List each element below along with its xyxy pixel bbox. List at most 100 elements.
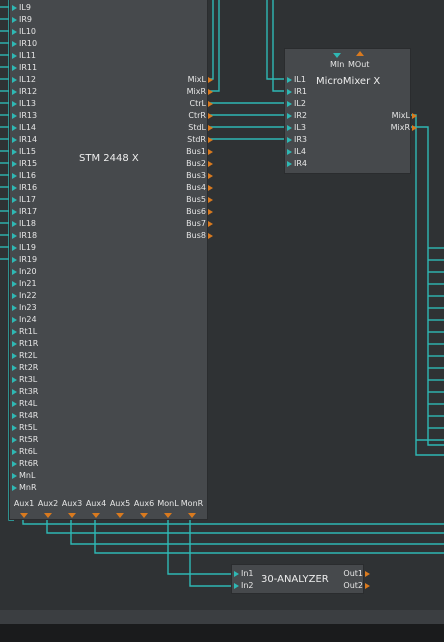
stm-input-port[interactable]: Rt2R [11,362,38,374]
micromixer-title: MicroMixer X [316,76,381,87]
stm-input-port[interactable]: In21 [11,278,37,290]
stm-input-port[interactable]: IL13 [11,98,36,110]
analyzer-output-port[interactable]: Out2 [318,580,371,592]
stm-input-port[interactable]: In22 [11,290,37,302]
stm-input-port[interactable]: In24 [11,314,37,326]
analyzer-output-port[interactable]: Out1 [318,568,371,580]
stm-input-port[interactable]: IR10 [11,38,37,50]
stm-input-port[interactable]: IL18 [11,218,36,230]
stm-input-port[interactable]: IR9 [11,14,32,26]
stm-aux-output-label: Aux1 [13,499,35,508]
micromixer-input-port[interactable]: IR2 [286,110,307,122]
midi-out-label: MOut [348,60,370,69]
stm-output-port[interactable]: StdL [148,122,214,134]
stm-input-port[interactable]: Rt6R [11,458,38,470]
stm-input-port[interactable]: Rt3L [11,374,37,386]
midi-in-label: MIn [330,60,345,69]
stm-input-port[interactable]: IR15 [11,158,37,170]
stm-aux-output-label: Aux2 [37,499,59,508]
stm-input-port[interactable]: Rt2L [11,350,37,362]
stm-aux-output-label: MonL [157,499,179,508]
stm-input-port[interactable]: IR17 [11,206,37,218]
stm-input-port[interactable]: IR18 [11,230,37,242]
stm-aux-output-label: Aux4 [85,499,107,508]
stm-output-port[interactable]: CtrR [148,110,214,122]
stm-aux-output-label: Aux6 [133,499,155,508]
stm-output-port[interactable]: Bus1 [148,146,214,158]
stm-aux-output-port[interactable] [116,513,124,518]
stm-input-port[interactable]: Rt1L [11,326,37,338]
micromixer-input-port[interactable]: IL1 [286,74,306,86]
midi-out-port-icon[interactable] [356,51,364,56]
stm-2448-module[interactable]: STM 2448 X IL9 IR9 IL10 IR10 IL11 IR11 IL12 IR1… [9,0,213,520]
micromixer-input-port[interactable]: IR3 [286,134,307,146]
stm-input-port[interactable]: Rt3R [11,386,38,398]
stm-input-port[interactable]: IL15 [11,146,36,158]
stm-input-port[interactable]: IL12 [11,74,36,86]
stm-input-port[interactable]: IR14 [11,134,37,146]
stm-output-port[interactable]: MixR [148,86,214,98]
cable [46,518,444,534]
stm-output-port[interactable]: Bus2 [148,158,214,170]
stm-input-port[interactable]: MnL [11,470,35,482]
micromixer-module[interactable]: MIn MOut MicroMixer X IL1 IR1 IL2 IR2 IL3 IR3… [284,48,417,174]
stm-output-port[interactable]: Bus5 [148,194,214,206]
stm-input-port[interactable]: IL10 [11,26,36,38]
stm-aux-output-label: MonR [180,499,204,508]
stm-input-port[interactable]: IR19 [11,254,37,266]
midi-in-port-icon[interactable] [333,53,341,58]
cable [94,518,444,554]
horizontal-scrollbar[interactable] [0,610,444,624]
stm-output-port[interactable]: Bus8 [148,230,214,242]
micromixer-input-port[interactable]: IL2 [286,98,306,110]
stm-input-port[interactable]: IL14 [11,122,36,134]
micromixer-input-port[interactable]: IL3 [286,122,306,134]
stm-input-port[interactable]: IR16 [11,182,37,194]
stm-input-port[interactable]: Rt6L [11,446,37,458]
stm-output-port[interactable]: Bus3 [148,170,214,182]
stm-output-port[interactable]: Bus6 [148,206,214,218]
stm-aux-output-port[interactable] [164,513,172,518]
micromixer-input-port[interactable]: IL4 [286,146,306,158]
micromixer-input-port[interactable]: IR4 [286,158,307,170]
stm-input-port[interactable]: IL16 [11,170,36,182]
stm-output-port[interactable]: MixL [148,74,214,86]
status-bar [0,624,444,642]
micromixer-input-port[interactable]: IR1 [286,86,307,98]
stm-input-port[interactable]: In23 [11,302,37,314]
cable [167,518,234,575]
stm-output-port[interactable]: CtrL [148,98,214,110]
stm-input-port[interactable]: Rt1R [11,338,38,350]
stm-input-port[interactable]: MnR [11,482,37,494]
stm-input-port[interactable]: Rt5L [11,422,37,434]
stm-input-port[interactable]: IR12 [11,86,37,98]
stm-aux-output-label: Aux3 [61,499,83,508]
analyzer-input-port[interactable]: In2 [233,580,254,592]
stm-aux-output-port[interactable] [188,513,196,518]
stm-aux-output-port[interactable] [140,513,148,518]
stm-input-port[interactable]: Rt4L [11,398,37,410]
patch-canvas[interactable]: STM 2448 X IL9 IR9 IL10 IR10 IL11 IR11 IL12 IR1… [0,0,444,642]
analyzer-input-port[interactable]: In1 [233,568,254,580]
stm-input-port[interactable]: IL19 [11,242,36,254]
stm-aux-output-port[interactable] [68,513,76,518]
stm-output-port[interactable]: Bus4 [148,182,214,194]
stm-aux-output-port[interactable] [20,513,28,518]
stm-input-port[interactable]: IL17 [11,194,36,206]
analyzer-module[interactable]: 30-ANALYZER In1 In2 Out1 Out2 [231,564,370,594]
stm-input-port[interactable]: IR11 [11,62,37,74]
cable [189,518,234,587]
stm-aux-output-port[interactable] [44,513,52,518]
stm-input-port[interactable]: Rt4R [11,410,38,422]
stm-input-port[interactable]: In20 [11,266,37,278]
stm-input-port[interactable]: Rt5R [11,434,38,446]
stm-input-port[interactable]: IL9 [11,2,31,14]
stm-aux-output-port[interactable] [92,513,100,518]
micromixer-output-port[interactable]: MixR [355,122,418,134]
stm-output-port[interactable]: StdR [148,134,214,146]
stm-input-port[interactable]: IL11 [11,50,36,62]
stm-aux-output-label: Aux5 [109,499,131,508]
stm-output-port[interactable]: Bus7 [148,218,214,230]
micromixer-output-port[interactable]: MixL [355,110,418,122]
stm-input-port[interactable]: IR13 [11,110,37,122]
